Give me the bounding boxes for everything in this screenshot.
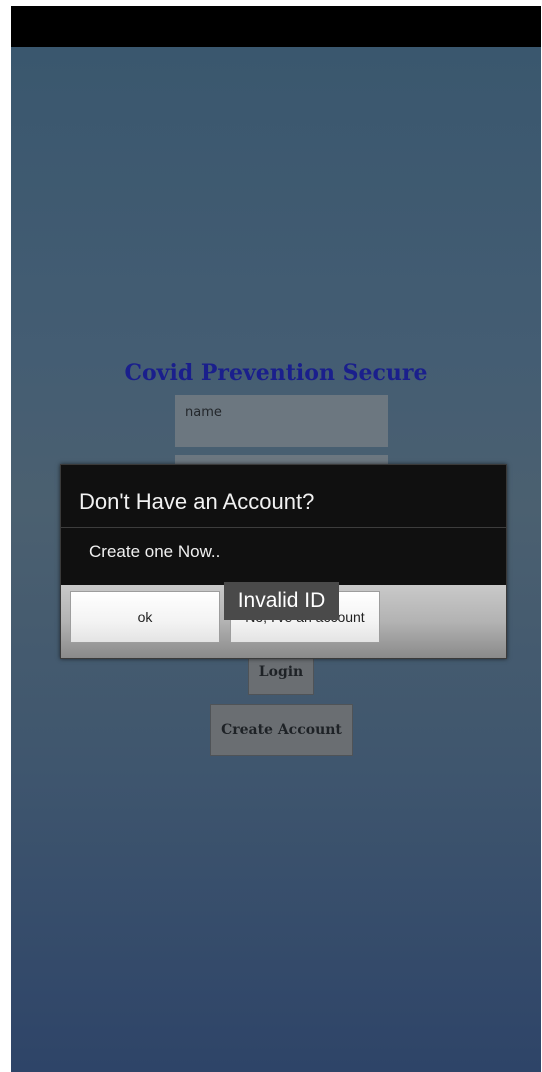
dialog-message: Create one Now.. (89, 542, 221, 561)
toast-message: Invalid ID (224, 582, 339, 620)
create-account-button[interactable]: Create Account (210, 704, 353, 756)
dialog-title: Don't Have an Account? (79, 489, 315, 514)
name-field[interactable]: name (175, 395, 388, 447)
dialog-divider (61, 527, 506, 528)
app-title: Covid Prevention Secure (124, 360, 428, 386)
phone-screen: Covid Prevention Secure name 123 Login C… (11, 6, 541, 1072)
account-dialog: Don't Have an Account? Create one Now.. … (60, 464, 507, 659)
status-bar (11, 6, 541, 47)
ok-button[interactable]: ok (70, 591, 220, 643)
